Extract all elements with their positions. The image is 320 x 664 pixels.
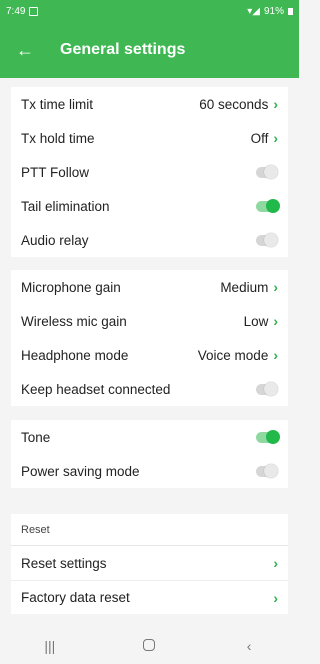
app-bar: ← General settings xyxy=(0,22,299,78)
home-icon[interactable] xyxy=(119,638,179,654)
settings-group-reset: Reset Reset settings › Factory data rese… xyxy=(11,514,288,614)
setting-value: Low xyxy=(243,313,269,329)
battery-icon xyxy=(288,7,293,15)
setting-label: Power saving mode xyxy=(21,463,140,479)
setting-label: Keep headset connected xyxy=(21,381,171,397)
setting-label: Reset settings xyxy=(21,555,107,571)
chevron-right-icon: › xyxy=(273,279,278,295)
setting-microphone-gain[interactable]: Microphone gain Medium › xyxy=(11,270,288,304)
signal-icon: ▾◢ xyxy=(247,5,260,17)
chevron-right-icon: › xyxy=(273,130,278,146)
keep-headset-connected-toggle[interactable] xyxy=(256,381,278,396)
back-arrow-icon[interactable]: ← xyxy=(16,40,46,61)
chevron-right-icon: › xyxy=(273,347,278,363)
settings-group-transmit: Tx time limit 60 seconds › Tx hold time O… xyxy=(11,87,288,257)
setting-label: Tx time limit xyxy=(21,96,93,112)
setting-wireless-mic-gain[interactable]: Wireless mic gain Low › xyxy=(11,304,288,338)
setting-tx-hold-time[interactable]: Tx hold time Off › xyxy=(11,121,288,155)
setting-label: Microphone gain xyxy=(21,279,121,295)
setting-label: PTT Follow xyxy=(21,164,90,180)
setting-label: Headphone mode xyxy=(21,347,129,363)
settings-group-audio: Microphone gain Medium › Wireless mic gai… xyxy=(11,270,288,406)
setting-headphone-mode[interactable]: Headphone mode Voice mode › xyxy=(11,338,288,372)
status-time: 7:49 xyxy=(6,5,26,17)
chevron-right-icon: › xyxy=(273,589,278,606)
page-title: General settings xyxy=(60,41,186,58)
settings-group-system: Tone Power saving mode xyxy=(11,420,288,488)
setting-label: Audio relay xyxy=(21,232,89,248)
setting-value: Off xyxy=(250,130,269,146)
battery-level: 91% xyxy=(263,5,284,17)
power-saving-mode-toggle[interactable] xyxy=(256,463,278,478)
status-bar: 7:49 ▾◢ 91% xyxy=(0,0,299,22)
tone-toggle[interactable] xyxy=(256,429,280,444)
setting-label: Factory data reset xyxy=(21,590,130,605)
setting-value: Medium xyxy=(220,279,269,295)
notification-icon xyxy=(29,6,39,16)
reset-settings-item[interactable]: Reset settings › xyxy=(11,546,288,580)
tail-elimination-toggle[interactable] xyxy=(256,198,280,213)
setting-value: 60 seconds xyxy=(199,96,269,112)
chevron-right-icon: › xyxy=(273,313,278,329)
setting-label: Wireless mic gain xyxy=(21,313,127,329)
setting-tx-time-limit[interactable]: Tx time limit 60 seconds › xyxy=(11,87,288,121)
setting-value: Voice mode xyxy=(197,347,269,363)
setting-keep-headset-connected: Keep headset connected xyxy=(11,372,288,406)
audio-relay-toggle[interactable] xyxy=(256,232,278,247)
ptt-follow-toggle[interactable] xyxy=(256,164,278,179)
setting-audio-relay: Audio relay xyxy=(11,223,288,257)
recent-apps-icon[interactable]: ||| xyxy=(20,638,80,654)
system-nav-bar: ||| ‹ xyxy=(0,628,299,664)
setting-label: Tone xyxy=(21,429,51,445)
factory-data-reset-item[interactable]: Factory data reset › xyxy=(11,580,288,614)
back-nav-icon[interactable]: ‹ xyxy=(219,638,279,654)
setting-tail-elimination: Tail elimination xyxy=(11,189,288,223)
setting-label: Tail elimination xyxy=(21,198,110,214)
setting-tone: Tone xyxy=(11,420,288,454)
chevron-right-icon: › xyxy=(273,96,278,112)
setting-label: Tx hold time xyxy=(21,130,95,146)
setting-ptt-follow: PTT Follow xyxy=(11,155,288,189)
setting-power-saving-mode: Power saving mode xyxy=(11,454,288,488)
section-header-reset: Reset xyxy=(11,514,288,546)
chevron-right-icon: › xyxy=(273,555,278,571)
